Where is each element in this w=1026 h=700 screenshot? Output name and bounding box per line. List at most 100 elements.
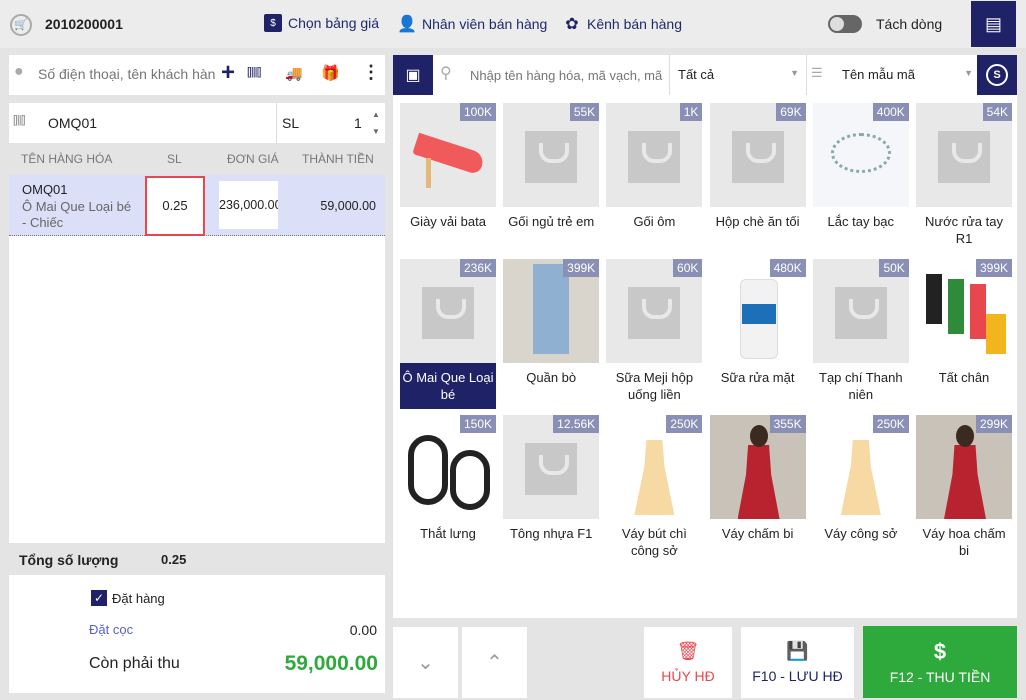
product-tile[interactable]: 60K Sữa Meji hộp uống liền xyxy=(606,259,703,409)
product-tile[interactable]: 236K Ô Mai Que Loại bé xyxy=(400,259,496,409)
remaining-label: Còn phải thu xyxy=(89,655,180,672)
product-tile[interactable]: 12.56K Tông nhựa F1 xyxy=(503,415,600,565)
product-search-input[interactable] xyxy=(470,63,666,87)
remaining-value: 59,000.00 xyxy=(284,652,378,675)
search-icon: ⚲ xyxy=(440,65,452,82)
window-icon: ▣ xyxy=(405,67,421,84)
sort-value: Tên mẫu mã xyxy=(842,67,915,82)
category-select[interactable]: Tất cả ▼ xyxy=(669,55,805,95)
item-price-input[interactable]: 236,000.00 xyxy=(219,181,278,229)
s-circle-icon: S xyxy=(986,64,1008,86)
product-tile[interactable]: 55K Gối ngủ trẻ em xyxy=(503,103,600,253)
product-tile[interactable]: 150K Thắt lưng xyxy=(400,415,496,565)
deposit-link[interactable]: Đặt cọc xyxy=(89,622,133,637)
s-button[interactable]: S xyxy=(977,55,1017,95)
product-tile[interactable]: 54K Nước rửa tay R1 xyxy=(916,103,1012,253)
product-price: 299K xyxy=(975,415,1012,433)
product-tile[interactable]: 400K Lắc tay bạc xyxy=(812,103,909,253)
product-price: 1K xyxy=(679,103,703,121)
product-image: 60K xyxy=(606,259,703,363)
item-name: Ô Mai Que Loại bé xyxy=(22,199,132,214)
product-tile[interactable]: 69K Hộp chè ăn tối xyxy=(709,103,806,253)
save-invoice-button[interactable]: 💾 F10 - LƯU HĐ xyxy=(741,627,854,698)
add-customer-icon[interactable]: + xyxy=(221,60,235,86)
product-tile[interactable]: 250K Váy công sở xyxy=(812,415,909,565)
product-price: 355K xyxy=(769,415,806,433)
order-label: Đặt hàng xyxy=(112,591,165,606)
product-image: 250K xyxy=(812,415,909,519)
more-options-icon[interactable]: ⋮ xyxy=(362,62,380,83)
customer-search-input[interactable] xyxy=(38,62,216,86)
product-image: 100K xyxy=(400,103,496,207)
product-name: Lắc tay bạc xyxy=(827,214,895,229)
product-tile[interactable]: 355K Váy chấm bi xyxy=(709,415,806,565)
product-name: Váy công sở xyxy=(824,526,898,541)
order-checkbox[interactable]: ✓ xyxy=(91,590,107,606)
product-price: 399K xyxy=(563,259,600,277)
product-name: Váy chấm bi xyxy=(721,526,794,541)
product-image: 55K xyxy=(503,103,600,207)
product-image: 250K xyxy=(606,415,703,519)
product-image: 236K xyxy=(400,259,496,363)
product-image: 399K xyxy=(916,259,1012,363)
cancel-invoice-button[interactable]: 🗑 HỦY HĐ xyxy=(644,627,732,698)
product-tile[interactable]: 100K Giày vải bata xyxy=(400,103,496,253)
user-icon: 👤 xyxy=(397,16,417,33)
product-name: Ô Mai Que Loại bé xyxy=(402,370,494,402)
item-unit: - Chiếc xyxy=(22,215,64,230)
split-line-toggle[interactable] xyxy=(828,15,862,33)
invoice-code: 2010200001 xyxy=(45,16,123,32)
pay-button[interactable]: $ F12 - THU TIỀN xyxy=(863,626,1017,698)
price-table-icon: $ xyxy=(264,14,282,32)
product-price: 100K xyxy=(459,103,496,121)
floppy-icon: 💾 xyxy=(786,641,809,661)
book-icon: ▤ xyxy=(984,13,1002,34)
product-image: 54K xyxy=(916,103,1012,207)
col-price: ĐƠN GIÁ xyxy=(227,152,279,166)
product-name: Hộp chè ăn tối xyxy=(715,214,800,229)
split-line-label: Tách dòng xyxy=(876,16,943,32)
chevron-up-icon: ⌃ xyxy=(486,652,503,674)
qty-label: SL xyxy=(282,115,300,131)
item-qty-input[interactable]: 0.25 xyxy=(145,176,205,236)
price-list-button[interactable]: $ Chọn bảng giá xyxy=(264,14,379,32)
scroll-up-button[interactable]: ⌃ xyxy=(462,627,527,698)
channel-button[interactable]: ✿ Kênh bán hàng xyxy=(563,14,682,34)
menu-book-button[interactable]: ▤ xyxy=(971,1,1016,47)
sort-select[interactable]: ☰ Tên mẫu mã ▼ xyxy=(806,55,977,95)
product-name: Nước rửa tay R1 xyxy=(925,214,1003,246)
qty-input[interactable]: 1 xyxy=(354,115,362,131)
delivery-truck-icon[interactable]: 🚚 xyxy=(285,65,302,82)
staff-button[interactable]: 👤 Nhân viên bán hàng xyxy=(397,14,547,34)
product-price: 50K xyxy=(879,259,909,277)
col-qty: SL xyxy=(167,152,182,166)
barcode-scan-icon[interactable]: [|||||] xyxy=(247,66,261,78)
gift-icon[interactable]: 🎁 xyxy=(321,64,340,82)
chevron-down-icon: ▼ xyxy=(790,68,799,78)
product-tile[interactable]: 1K Gối ôm xyxy=(606,103,703,253)
product-tile[interactable]: 250K Váy bút chì công sở xyxy=(606,415,703,565)
chevron-down-icon: ⌄ xyxy=(417,652,434,674)
product-price: 150K xyxy=(459,415,496,433)
chevron-down-icon: ▼ xyxy=(964,68,973,78)
product-tile[interactable]: 399K Tất chân xyxy=(916,259,1012,409)
barcode-input[interactable]: OMQ01 xyxy=(48,115,97,131)
window-view-button[interactable]: ▣ xyxy=(393,55,433,95)
product-tile[interactable]: 50K Tạp chí Thanh niên xyxy=(812,259,909,409)
product-tile[interactable]: 480K Sữa rửa mặt xyxy=(709,259,806,409)
product-name: Sữa Meji hộp uống liền xyxy=(615,370,694,402)
scroll-down-button[interactable]: ⌄ xyxy=(393,627,458,698)
dollar-icon: $ xyxy=(933,639,947,664)
network-icon: ✿ xyxy=(565,16,579,33)
person-icon: ● xyxy=(14,63,24,80)
product-image: 150K xyxy=(400,415,496,519)
product-image: 1K xyxy=(606,103,703,207)
total-qty-value: 0.25 xyxy=(161,552,187,567)
product-price: 54K xyxy=(982,103,1012,121)
save-label: F10 - LƯU HĐ xyxy=(752,668,843,684)
total-qty-label: Tổng số lượng xyxy=(19,552,119,568)
product-tile[interactable]: 399K Quần bò xyxy=(503,259,600,409)
product-name: Thắt lưng xyxy=(420,526,476,541)
product-tile[interactable]: 299K Váy hoa chấm bi xyxy=(916,415,1012,565)
qty-stepper[interactable]: ▲ ▼ xyxy=(372,106,380,140)
